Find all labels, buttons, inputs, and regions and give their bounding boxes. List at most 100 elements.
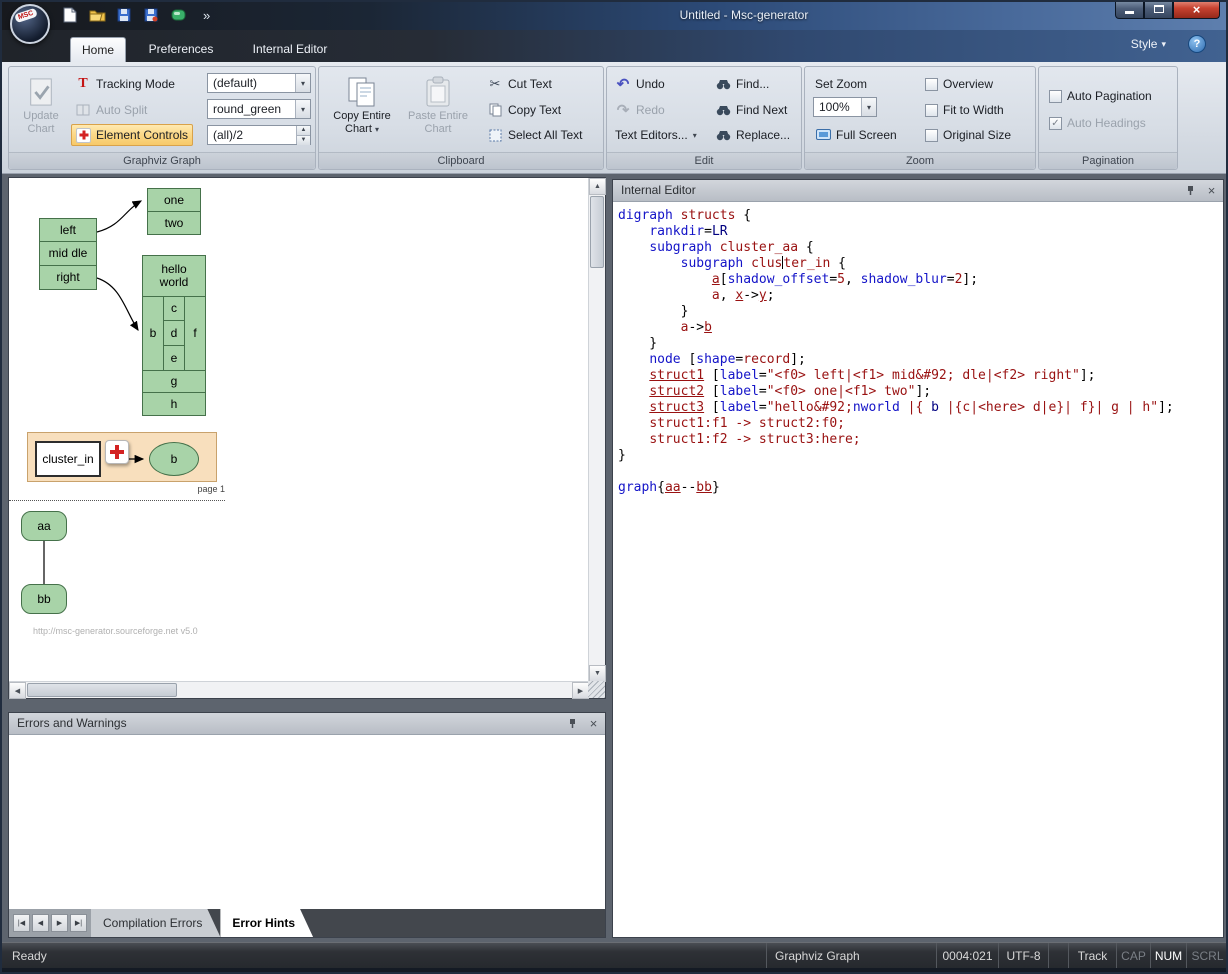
- scroll-left-icon[interactable]: ◀: [9, 682, 26, 699]
- copy-text-button[interactable]: Copy Text: [483, 99, 565, 121]
- new-document-icon[interactable]: [60, 5, 80, 25]
- vertical-scrollbar: ▲ ▼: [588, 178, 605, 682]
- status-encoding: UTF-8: [998, 943, 1048, 968]
- spin-up-icon[interactable]: ▲: [297, 126, 310, 135]
- ribbon-group-edit: ↶ Undo ↷ Redo Text Editors... ▾ Find...: [606, 66, 802, 170]
- minimize-button[interactable]: [1115, 0, 1144, 19]
- tracking-toggle-icon[interactable]: [168, 5, 188, 25]
- auto-split-icon: [75, 102, 91, 118]
- quick-access-toolbar: »: [60, 4, 210, 26]
- original-size-button[interactable]: Original Size: [921, 124, 1015, 146]
- copy-text-icon: [487, 102, 503, 118]
- tab-error-hints[interactable]: Error Hints: [220, 909, 313, 937]
- window-bottom-edge: [0, 968, 1228, 974]
- page-selector[interactable]: (all)/2 ▲ ▼: [207, 125, 311, 145]
- chevron-down-icon[interactable]: ▾: [861, 98, 876, 116]
- tab-home[interactable]: Home: [70, 37, 126, 62]
- save-all-icon[interactable]: [141, 5, 161, 25]
- element-control-plus-icon[interactable]: [105, 440, 129, 464]
- maximize-icon: [1154, 5, 1164, 13]
- overview-icon: [925, 78, 938, 91]
- find-next-button[interactable]: Find Next: [711, 99, 791, 121]
- text-editors-button[interactable]: Text Editors... ▾: [611, 124, 701, 146]
- auto-pagination-checkbox[interactable]: Auto Pagination: [1045, 85, 1156, 107]
- next-error-button[interactable]: ▶: [51, 914, 68, 932]
- redo-button[interactable]: ↷ Redo: [611, 99, 669, 121]
- title-bar: MSC » Untitled - Msc-generator ×: [0, 0, 1228, 30]
- design-combo[interactable]: (default) ▾: [207, 73, 311, 93]
- scroll-up-icon[interactable]: ▲: [589, 178, 606, 195]
- app-logo-text: MSC: [14, 8, 37, 23]
- element-controls-button[interactable]: Element Controls: [71, 124, 193, 146]
- chevron-down-icon[interactable]: ▾: [295, 74, 310, 92]
- overview-button[interactable]: Overview: [921, 73, 997, 95]
- page-label: page 1: [179, 484, 225, 494]
- toolbar-overflow-icon[interactable]: »: [203, 8, 210, 23]
- zoom-level-combo[interactable]: 100% ▾: [813, 97, 877, 117]
- chevron-down-icon: ▾: [375, 125, 379, 134]
- copy-chart-icon: [347, 74, 377, 110]
- pin-icon[interactable]: [565, 716, 580, 731]
- group-label-edit: Edit: [607, 152, 801, 169]
- binoculars-icon: [715, 127, 731, 143]
- code-editor[interactable]: digraph structs { rankdir=LR subgraph cl…: [613, 202, 1223, 937]
- scroll-right-icon[interactable]: ▶: [572, 682, 589, 699]
- group-label-pagination: Pagination: [1039, 152, 1177, 169]
- tab-preferences[interactable]: Preferences: [134, 37, 228, 62]
- errors-panel-title: Errors and Warnings ×: [9, 713, 605, 735]
- page-break-line: [9, 500, 225, 501]
- help-button[interactable]: ?: [1188, 35, 1206, 53]
- auto-split-button[interactable]: Auto Split: [71, 99, 151, 121]
- pin-icon[interactable]: [1183, 183, 1198, 198]
- tab-compilation-errors[interactable]: Compilation Errors: [91, 909, 220, 937]
- prev-error-button[interactable]: ◀: [32, 914, 49, 932]
- horizontal-scroll-thumb[interactable]: [27, 683, 177, 697]
- style-combo[interactable]: round_green ▾: [207, 99, 311, 119]
- scroll-down-icon[interactable]: ▼: [589, 665, 606, 682]
- open-file-icon[interactable]: [87, 5, 107, 25]
- status-track: Track: [1068, 943, 1116, 968]
- tab-internal-editor[interactable]: Internal Editor: [236, 37, 344, 62]
- element-controls-icon: [76, 128, 91, 143]
- close-button[interactable]: ×: [1173, 0, 1220, 19]
- vertical-scroll-thumb[interactable]: [590, 196, 604, 268]
- cut-text-button[interactable]: ✂ Cut Text: [483, 73, 556, 95]
- app-menu-button[interactable]: MSC: [10, 4, 50, 44]
- chevron-down-icon: ▾: [693, 131, 697, 140]
- chevron-down-icon: ▾: [1161, 39, 1166, 50]
- fit-to-width-button[interactable]: Fit to Width: [921, 99, 1008, 121]
- close-panel-icon[interactable]: ×: [1204, 183, 1219, 198]
- chevron-down-icon[interactable]: ▾: [295, 100, 310, 118]
- maximize-button[interactable]: [1144, 0, 1173, 19]
- graph-preview-panel: onetwoleftmid dlerighthello worldbcdefgh…: [8, 177, 606, 699]
- last-error-button[interactable]: ▶|: [70, 914, 87, 932]
- ribbon-group-pagination: Auto Pagination ✓ Auto Headings Paginati…: [1038, 66, 1178, 170]
- find-button[interactable]: Find...: [711, 73, 773, 95]
- internal-editor-panel: Internal Editor × digraph structs { rank…: [612, 179, 1224, 938]
- first-error-button[interactable]: |◀: [13, 914, 30, 932]
- style-dropdown[interactable]: Style ▾: [1131, 37, 1166, 51]
- tracking-mode-button[interactable]: T Tracking Mode: [71, 73, 179, 95]
- errors-list[interactable]: [9, 735, 605, 909]
- update-chart-button[interactable]: Update Chart: [13, 70, 69, 150]
- ribbon: Update Chart T Tracking Mode Auto Split …: [0, 62, 1228, 174]
- redo-icon: ↷: [615, 102, 631, 118]
- ribbon-group-zoom: Set Zoom 100% ▾ Full Screen Overview Fit…: [804, 66, 1036, 170]
- replace-button[interactable]: Replace...: [711, 124, 794, 146]
- scissors-icon: ✂: [487, 76, 503, 92]
- close-panel-icon[interactable]: ×: [586, 716, 601, 731]
- select-all-text-button[interactable]: Select All Text: [483, 124, 586, 146]
- errors-nav-buttons: |◀ ◀ ▶ ▶|: [9, 909, 91, 937]
- close-icon: ×: [1193, 2, 1201, 17]
- resize-grip[interactable]: [588, 681, 605, 698]
- auto-headings-checkbox[interactable]: ✓ Auto Headings: [1045, 112, 1150, 134]
- copy-entire-chart-button[interactable]: Copy Entire Chart ▾: [325, 70, 399, 150]
- page-spinner: ▲ ▼: [296, 126, 310, 144]
- status-bar: Ready Graphviz Graph 0004:021 UTF-8 Trac…: [0, 942, 1228, 968]
- full-screen-button[interactable]: Full Screen: [811, 124, 901, 146]
- graph-canvas[interactable]: onetwoleftmid dlerighthello worldbcdefgh…: [9, 178, 589, 682]
- spin-down-icon[interactable]: ▼: [297, 135, 310, 145]
- save-icon[interactable]: [114, 5, 134, 25]
- paste-entire-chart-button[interactable]: Paste Entire Chart: [401, 70, 475, 150]
- undo-button[interactable]: ↶ Undo: [611, 73, 669, 95]
